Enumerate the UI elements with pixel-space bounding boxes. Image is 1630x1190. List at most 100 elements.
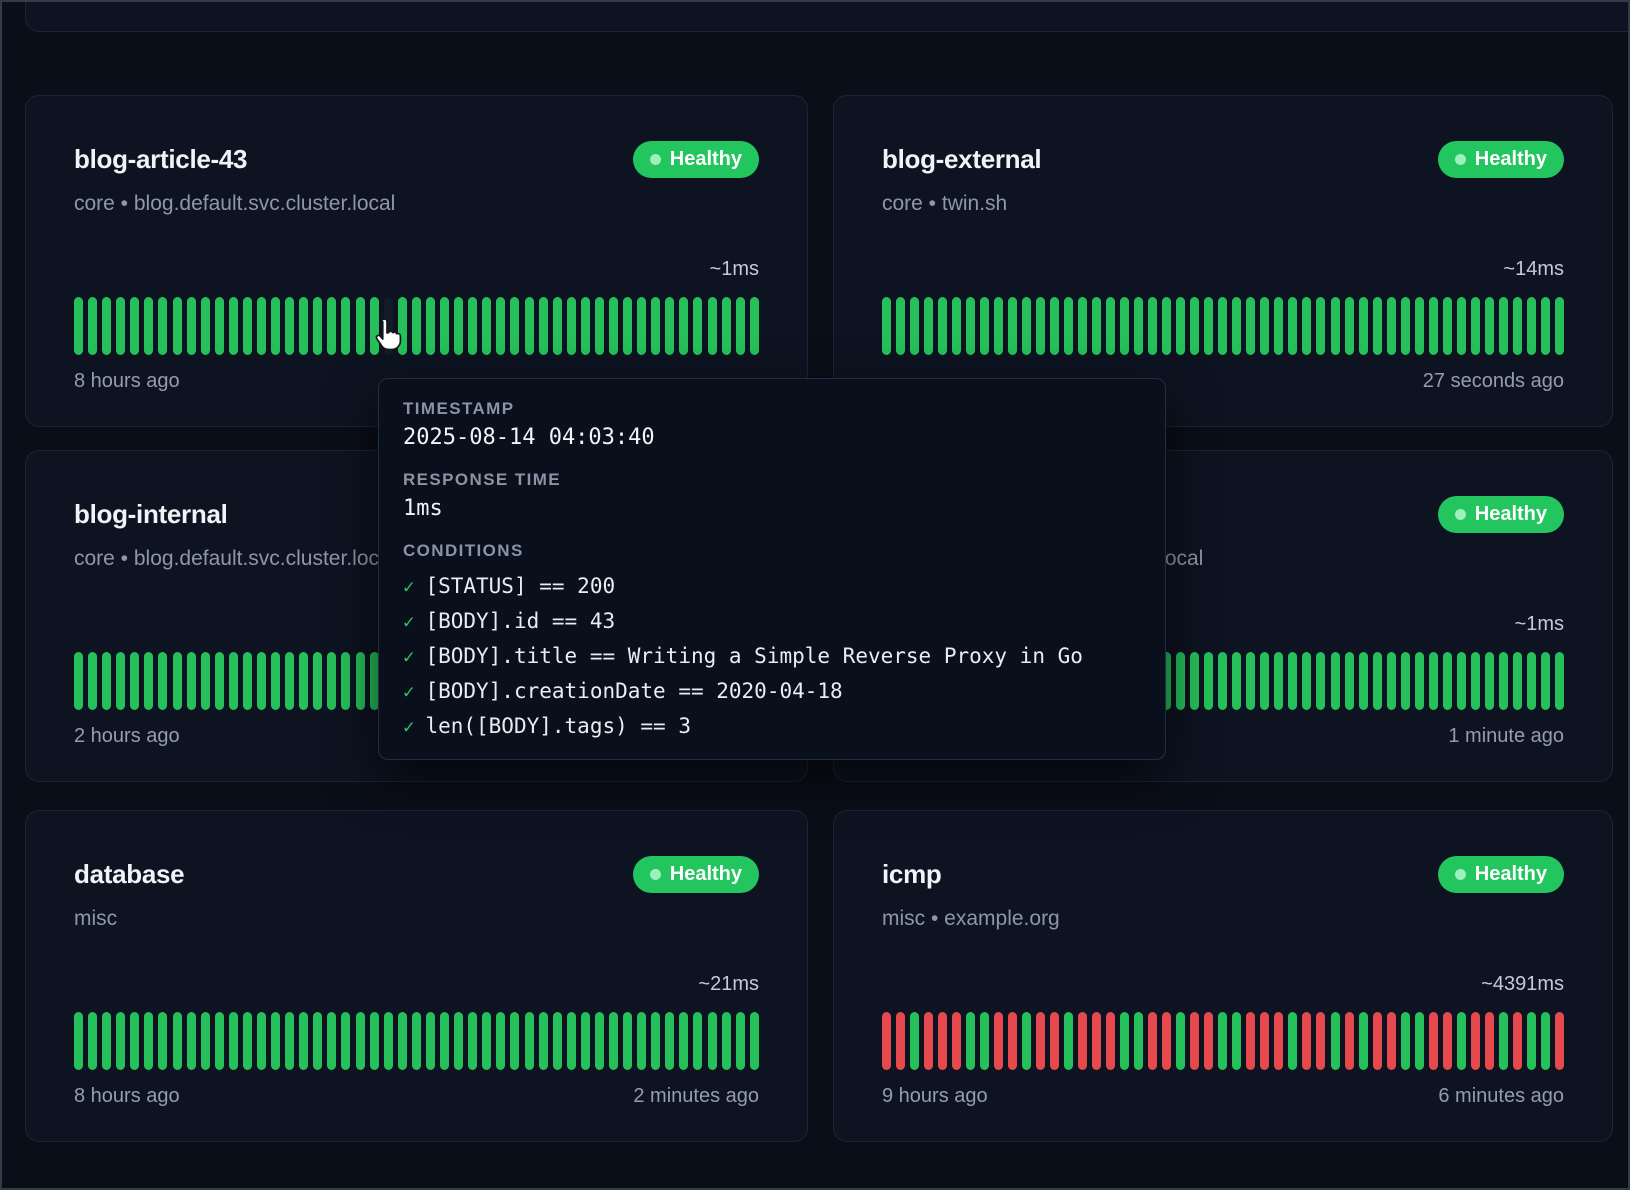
history-bar[interactable]: [1050, 1012, 1059, 1070]
history-bar[interactable]: [1443, 652, 1452, 710]
history-bar[interactable]: [1274, 297, 1283, 355]
history-bar[interactable]: [938, 1012, 947, 1070]
history-bar[interactable]: [693, 297, 702, 355]
history-bar[interactable]: [426, 1012, 435, 1070]
history-bar[interactable]: [1008, 1012, 1017, 1070]
history-bar[interactable]: [1288, 297, 1297, 355]
history-bar[interactable]: [1120, 297, 1129, 355]
history-bar[interactable]: [510, 1012, 519, 1070]
history-bar[interactable]: [1331, 1012, 1340, 1070]
history-bar[interactable]: [1050, 297, 1059, 355]
history-bar[interactable]: [158, 297, 167, 355]
history-bar[interactable]: [1078, 297, 1087, 355]
history-bar[interactable]: [910, 1012, 919, 1070]
history-bar[interactable]: [116, 297, 125, 355]
history-bar[interactable]: [722, 1012, 731, 1070]
history-bar[interactable]: [1555, 1012, 1564, 1070]
history-bar[interactable]: [1092, 1012, 1101, 1070]
history-bar[interactable]: [1513, 297, 1522, 355]
history-bar[interactable]: [994, 1012, 1003, 1070]
history-bar[interactable]: [215, 297, 224, 355]
history-bar[interactable]: [1331, 652, 1340, 710]
history-bar[interactable]: [539, 1012, 548, 1070]
history-bar[interactable]: [1190, 1012, 1199, 1070]
history-bar[interactable]: [525, 297, 534, 355]
history-bar[interactable]: [623, 1012, 632, 1070]
history-bar[interactable]: [299, 297, 308, 355]
history-bar[interactable]: [88, 652, 97, 710]
history-bar[interactable]: [215, 652, 224, 710]
history-bar[interactable]: [158, 1012, 167, 1070]
history-bar[interactable]: [1232, 652, 1241, 710]
history-bar[interactable]: [1260, 297, 1269, 355]
history-bar[interactable]: [187, 297, 196, 355]
history-bar[interactable]: [1316, 652, 1325, 710]
history-bar[interactable]: [356, 652, 365, 710]
history-bar[interactable]: [271, 652, 280, 710]
history-bar[interactable]: [370, 1012, 379, 1070]
history-bar[interactable]: [1302, 1012, 1311, 1070]
history-bar[interactable]: [1274, 1012, 1283, 1070]
history-bar[interactable]: [285, 297, 294, 355]
history-bar[interactable]: [257, 1012, 266, 1070]
history-bar[interactable]: [173, 297, 182, 355]
service-card[interactable]: icmp Healthy misc • example.org ~4391ms …: [833, 810, 1613, 1142]
history-bar[interactable]: [313, 1012, 322, 1070]
history-bar[interactable]: [1415, 1012, 1424, 1070]
history-bar[interactable]: [299, 652, 308, 710]
history-bar[interactable]: [88, 297, 97, 355]
history-bar[interactable]: [1078, 1012, 1087, 1070]
history-bar[interactable]: [938, 297, 947, 355]
history-bar[interactable]: [952, 1012, 961, 1070]
history-bar[interactable]: [1316, 297, 1325, 355]
history-bar[interactable]: [1176, 652, 1185, 710]
history-bar[interactable]: [1036, 1012, 1045, 1070]
history-bar[interactable]: [994, 297, 1003, 355]
history-bar[interactable]: [173, 652, 182, 710]
history-bar[interactable]: [1218, 1012, 1227, 1070]
history-bar[interactable]: [1373, 297, 1382, 355]
history-bar[interactable]: [665, 297, 674, 355]
history-bar[interactable]: [1176, 1012, 1185, 1070]
history-bar[interactable]: [1316, 1012, 1325, 1070]
history-bar[interactable]: [341, 652, 350, 710]
history-bar[interactable]: [327, 1012, 336, 1070]
history-bar[interactable]: [1302, 297, 1311, 355]
history-bar[interactable]: [708, 297, 717, 355]
history-bar[interactable]: [1148, 1012, 1157, 1070]
history-bar[interactable]: [496, 1012, 505, 1070]
history-bar[interactable]: [356, 1012, 365, 1070]
history-bar[interactable]: [1204, 652, 1213, 710]
history-bar[interactable]: [1190, 297, 1199, 355]
history-bar[interactable]: [243, 1012, 252, 1070]
history-bar[interactable]: [1134, 297, 1143, 355]
history-bar[interactable]: [1541, 1012, 1550, 1070]
history-bar[interactable]: [102, 652, 111, 710]
history-bar[interactable]: [708, 1012, 717, 1070]
history-bar[interactable]: [130, 652, 139, 710]
history-bar[interactable]: [271, 297, 280, 355]
history-bar[interactable]: [924, 297, 933, 355]
history-bar[interactable]: [313, 652, 322, 710]
history-bar[interactable]: [1162, 1012, 1171, 1070]
history-bar[interactable]: [595, 1012, 604, 1070]
history-bar[interactable]: [454, 297, 463, 355]
history-bar[interactable]: [581, 1012, 590, 1070]
history-bar[interactable]: [74, 297, 83, 355]
history-bar[interactable]: [1401, 1012, 1410, 1070]
history-bar[interactable]: [341, 297, 350, 355]
history-bar[interactable]: [966, 1012, 975, 1070]
history-bar[interactable]: [229, 297, 238, 355]
history-bar[interactable]: [693, 1012, 702, 1070]
history-bar[interactable]: [1232, 297, 1241, 355]
history-bar[interactable]: [1008, 297, 1017, 355]
history-bar[interactable]: [1527, 297, 1536, 355]
history-bar[interactable]: [924, 1012, 933, 1070]
history-bar[interactable]: [1134, 1012, 1143, 1070]
history-bar[interactable]: [1499, 1012, 1508, 1070]
history-bar[interactable]: [1387, 1012, 1396, 1070]
history-bar[interactable]: [482, 1012, 491, 1070]
history-bar[interactable]: [398, 1012, 407, 1070]
history-bar[interactable]: [1485, 297, 1494, 355]
history-bar[interactable]: [1541, 652, 1550, 710]
